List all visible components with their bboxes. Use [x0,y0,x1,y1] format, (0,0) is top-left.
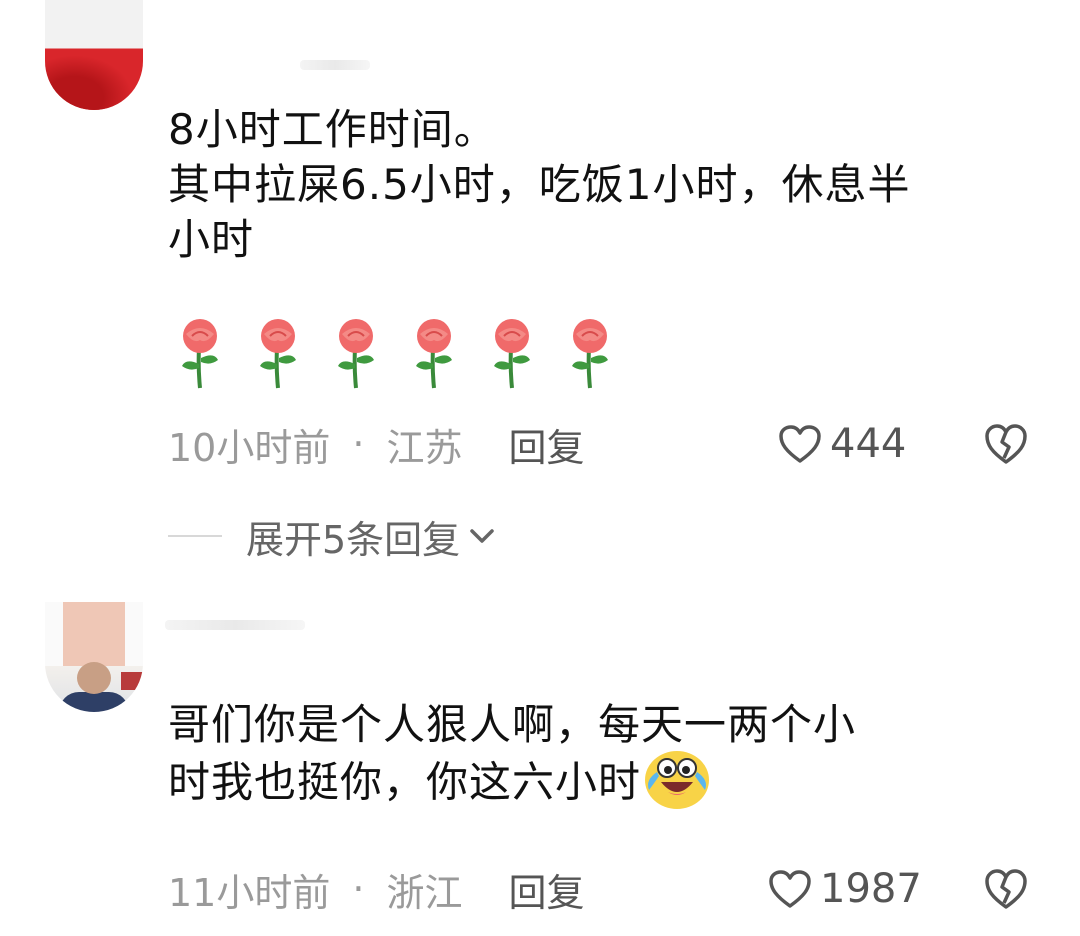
like-button[interactable]: 444 [778,418,906,470]
rose-icon [338,319,374,389]
comment-meta: 10小时前 · 江苏 回复 [168,418,584,470]
username-blurred [165,620,305,630]
rose-icon [494,319,530,389]
like-count: 1987 [820,866,922,912]
expand-replies-button[interactable]: 展开5条回复 [168,510,496,562]
like-button[interactable]: 1987 [768,863,922,915]
heart-icon [779,425,821,463]
comment-location: 浙江 [386,870,463,915]
reply-button[interactable]: 回复 [508,862,584,917]
comment-text: 8小时工作时间。 其中拉屎6.5小时，吃饭1小时，休息半 小时 [168,105,911,264]
comment-item: 哥们你是个人狠人啊，每天一两个小 时我也挺你，你这六小时 11小时前 · 浙江 … [0,580,1080,936]
broken-heart-icon[interactable] [984,422,1028,466]
rose-icon [260,319,296,389]
rose-icon [572,319,608,389]
rose-icon [182,319,218,389]
username-blurred [300,60,370,70]
rose-icon [416,319,452,389]
crying-laughing-icon [645,751,710,809]
comment-item: 8小时工作时间。 其中拉屎6.5小时，吃饭1小时，休息半 小时 10小时前 · … [0,0,1080,580]
meta-separator: · [352,867,365,911]
reply-button[interactable]: 回复 [508,417,584,472]
avatar[interactable] [45,0,143,110]
expand-replies-label: 展开5条回复 [246,517,461,562]
meta-separator: · [352,422,365,466]
emoji-row [176,318,614,390]
comment-time: 11小时前 [168,870,331,915]
comment-time: 10小时前 [168,425,331,470]
heart-icon [769,870,811,908]
avatar[interactable] [45,602,143,712]
comment-location: 江苏 [386,425,463,470]
comment-text: 哥们你是个人狠人啊，每天一两个小 时我也挺你，你这六小时 [168,697,1048,818]
chevron-down-icon [470,529,494,543]
broken-heart-icon[interactable] [984,867,1028,911]
divider [168,535,222,537]
comment-meta: 11小时前 · 浙江 回复 [168,863,584,915]
like-count: 444 [830,421,907,467]
comment-text-body: 哥们你是个人狠人啊，每天一两个小 时我也挺你，你这六小时 [168,700,857,807]
